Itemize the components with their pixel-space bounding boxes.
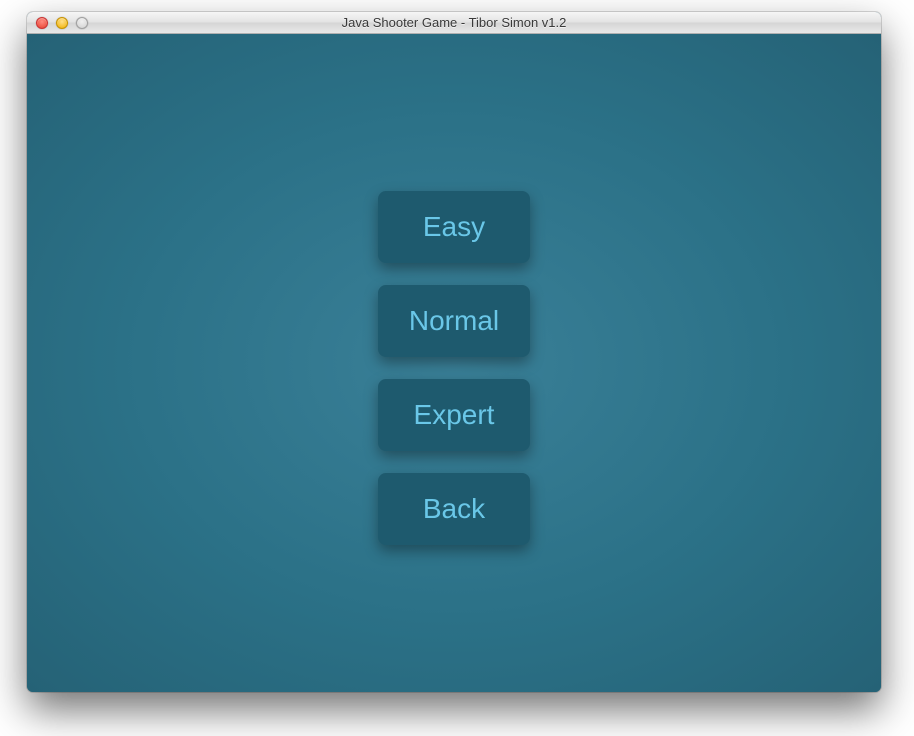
titlebar: Java Shooter Game - Tibor Simon v1.2 (27, 12, 881, 34)
zoom-icon[interactable] (76, 17, 88, 29)
back-button[interactable]: Back (378, 473, 530, 545)
normal-button[interactable]: Normal (378, 285, 530, 357)
easy-button[interactable]: Easy (378, 191, 530, 263)
close-icon[interactable] (36, 17, 48, 29)
application-window: Java Shooter Game - Tibor Simon v1.2 Eas… (27, 12, 881, 692)
traffic-lights (36, 17, 88, 29)
window-title: Java Shooter Game - Tibor Simon v1.2 (27, 15, 881, 30)
expert-button[interactable]: Expert (378, 379, 530, 451)
minimize-icon[interactable] (56, 17, 68, 29)
game-content: Easy Normal Expert Back (27, 34, 881, 692)
